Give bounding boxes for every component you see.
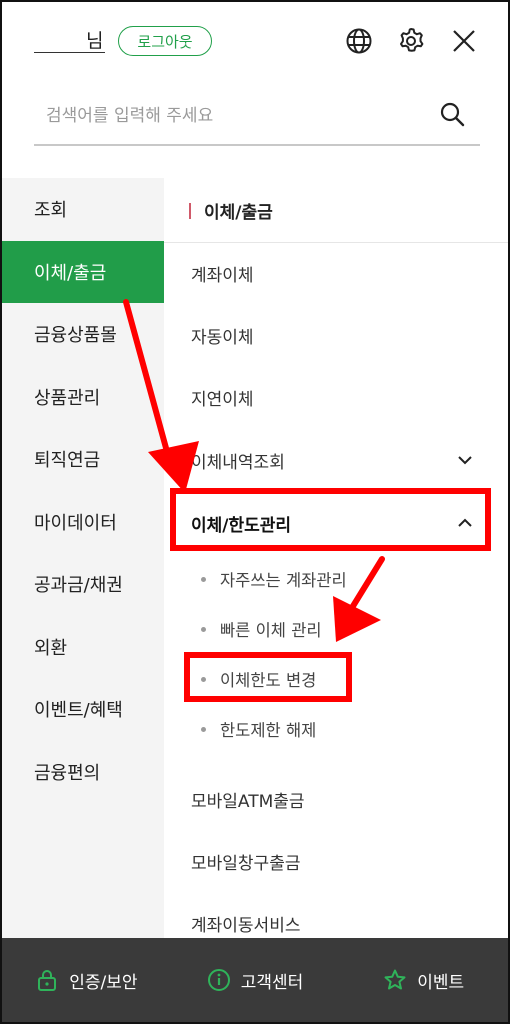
bottom-label: 고객센터 <box>240 972 304 993</box>
submenu-quick-transfer[interactable]: 빠른 이체 관리 <box>164 603 508 655</box>
star-icon <box>384 969 406 990</box>
bullet <box>201 627 206 632</box>
search-input[interactable] <box>44 100 428 132</box>
bullet <box>201 727 206 732</box>
submenu-remove-limit[interactable]: 한도제한 해제 <box>164 703 508 755</box>
nav-item-inquiry[interactable]: 조회 <box>2 178 164 241</box>
close-icon[interactable] <box>449 26 479 56</box>
logout-button[interactable]: 로그아웃 <box>118 26 212 56</box>
submenu-label: 빠른 이체 관리 <box>220 621 322 640</box>
info-icon <box>207 969 230 991</box>
menu-label: 지연이체 <box>191 389 254 410</box>
title-marker <box>189 203 191 219</box>
panel-title-text: 이체/출금 <box>204 202 273 223</box>
search-icon[interactable] <box>438 100 466 128</box>
nav-item-events-benefits[interactable]: 이벤트/혜택 <box>2 678 164 741</box>
menu-mobile-counter[interactable]: 모바일창구출금 <box>164 830 508 892</box>
nav-item-product-management[interactable]: 상품관리 <box>2 366 164 429</box>
nav-item-transfer[interactable]: 이체/출금 <box>2 240 164 303</box>
app-frame: 님 로그아웃 조회 이체/출금 금융상품몰 상품관리 <box>0 0 510 1024</box>
gear-icon[interactable] <box>396 26 426 56</box>
chevron-down-icon <box>458 456 472 465</box>
submenu-label: 자주쓰는 계좌관리 <box>220 571 347 590</box>
menu-label: 모바일창구출금 <box>191 853 301 874</box>
menu-label: 계좌이체 <box>191 265 254 286</box>
menu-account-switch[interactable]: 계좌이동서비스 <box>164 892 508 938</box>
bottom-bar: 인증/보안 고객센터 이벤트 <box>2 938 508 1022</box>
user-suffix: 님 <box>86 29 106 53</box>
menu-delayed-transfer[interactable]: 지연이체 <box>164 366 508 428</box>
menu-label: 계좌이동서비스 <box>191 915 301 936</box>
customer-center-button[interactable]: 고객센터 <box>171 938 340 1022</box>
menu-label: 모바일ATM출금 <box>191 791 305 812</box>
menu-auto-transfer[interactable]: 자동이체 <box>164 304 508 366</box>
search-bar <box>34 92 480 146</box>
nav-item-products-mall[interactable]: 금융상품몰 <box>2 303 164 366</box>
lock-icon <box>38 970 57 991</box>
user-greeting: 님 <box>34 28 106 54</box>
nav-item-mydata[interactable]: 마이데이터 <box>2 491 164 554</box>
nav-item-pension[interactable]: 퇴직연금 <box>2 428 164 491</box>
nav-item-financial-convenience[interactable]: 금융편의 <box>2 741 164 804</box>
submenu-label: 이체한도 변경 <box>220 671 317 690</box>
submenu-label: 한도제한 해제 <box>220 721 317 740</box>
bottom-label: 이벤트 <box>417 972 465 993</box>
menu-account-transfer[interactable]: 계좌이체 <box>164 242 508 304</box>
nav-item-foreign-exchange[interactable]: 외환 <box>2 616 164 679</box>
panel-title: 이체/출금 <box>164 178 508 243</box>
submenu-favorite-accounts[interactable]: 자주쓰는 계좌관리 <box>164 553 508 605</box>
menu-label: 이체내역조회 <box>191 452 285 473</box>
menu-label: 이체/한도관리 <box>191 515 292 536</box>
nav-item-utility-bonds[interactable]: 공과금/채권 <box>2 553 164 616</box>
menu-transfer-limit-management[interactable]: 이체/한도관리 <box>164 492 508 554</box>
menu-mobile-atm[interactable]: 모바일ATM출금 <box>164 768 508 830</box>
chevron-up-icon <box>458 518 472 527</box>
bullet <box>201 677 206 682</box>
menu-transfer-history[interactable]: 이체내역조회 <box>164 429 508 491</box>
submenu-panel: 이체/출금 계좌이체 자동이체 지연이체 이체내역조회 이체/한도관리 자주쓰는… <box>164 178 508 938</box>
category-nav: 조회 이체/출금 금융상품몰 상품관리 퇴직연금 마이데이터 공과금/채권 외환… <box>2 178 164 938</box>
bullet <box>201 577 206 582</box>
header: 님 로그아웃 <box>2 2 508 178</box>
menu-label: 자동이체 <box>191 327 254 348</box>
submenu-change-transfer-limit[interactable]: 이체한도 변경 <box>164 653 508 705</box>
event-button[interactable]: 이벤트 <box>339 938 508 1022</box>
bottom-label: 인증/보안 <box>69 972 138 993</box>
auth-security-button[interactable]: 인증/보안 <box>2 938 171 1022</box>
user-name <box>34 30 86 53</box>
globe-icon[interactable] <box>344 26 374 56</box>
